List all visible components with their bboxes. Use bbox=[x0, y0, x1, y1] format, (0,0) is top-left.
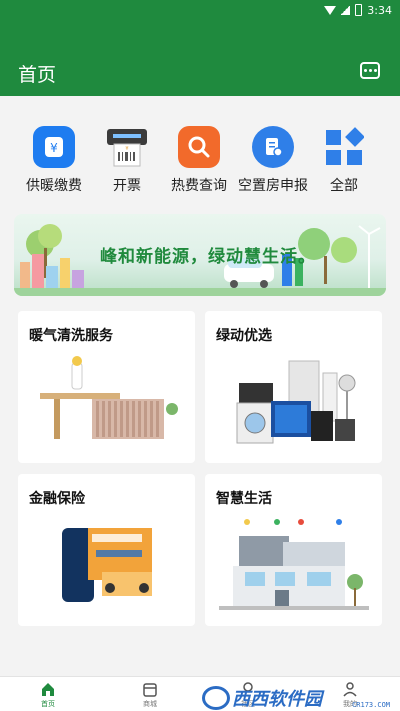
quick-item-all[interactable]: 全部 bbox=[304, 126, 384, 195]
card-title: 暖气清洗服务 bbox=[29, 328, 113, 344]
card-smart-life[interactable]: 智慧生活 bbox=[205, 474, 382, 626]
app-header: 3:34 首页 bbox=[0, 0, 400, 96]
finance-image bbox=[62, 528, 152, 602]
quick-item-invoice[interactable]: ¥ 开票 bbox=[87, 126, 167, 195]
quick-menu: ¥ 供暖缴费 ¥ 开票 热费查询 空置房申报 全部 bbox=[0, 96, 400, 204]
nav-item-store[interactable]: 商城 bbox=[120, 681, 180, 709]
card-radiator-cleaning[interactable]: 暖气清洗服务 bbox=[18, 311, 195, 463]
quick-item-label: 空置房申报 bbox=[238, 178, 308, 194]
svg-text:¥: ¥ bbox=[50, 141, 58, 155]
svg-text:¥: ¥ bbox=[125, 146, 128, 152]
quick-item-label: 全部 bbox=[330, 178, 358, 194]
quick-item-label: 热费查询 bbox=[171, 178, 227, 194]
signal-icon bbox=[341, 5, 351, 15]
home-icon bbox=[42, 683, 54, 696]
smart-home-image bbox=[219, 519, 369, 610]
status-time: 3:34 bbox=[367, 3, 392, 17]
card-title: 绿动优选 bbox=[216, 328, 272, 344]
invoice-printer-icon: ¥ bbox=[106, 126, 148, 168]
nav-label: 首页 bbox=[41, 700, 55, 708]
wifi-icon bbox=[324, 5, 337, 15]
heating-payment-icon: ¥ bbox=[33, 126, 75, 168]
watermark-logo-icon bbox=[202, 685, 230, 710]
nav-item-home[interactable]: 首页 bbox=[18, 681, 78, 709]
card-title: 金融保险 bbox=[29, 491, 85, 507]
card-title: 智慧生活 bbox=[216, 491, 272, 507]
status-bar: 3:34 bbox=[324, 1, 392, 19]
quick-item-label: 开票 bbox=[113, 178, 141, 194]
banner-slogan: 峰和新能源，绿动慧生活。 bbox=[100, 247, 316, 267]
vacant-report-icon bbox=[252, 126, 294, 168]
card-green-select[interactable]: 绿动优选 bbox=[205, 311, 382, 463]
search-icon bbox=[178, 126, 220, 168]
watermark: 西西软件园 CR173.COM bbox=[202, 684, 394, 711]
store-icon bbox=[143, 683, 157, 697]
page-title: 首页 bbox=[18, 64, 57, 86]
quick-item-label: 供暖缴费 bbox=[26, 178, 82, 194]
promo-banner[interactable]: 峰和新能源，绿动慧生活。 bbox=[14, 214, 386, 296]
quick-item-vacant-report[interactable]: 空置房申报 bbox=[233, 126, 313, 195]
card-finance-insurance[interactable]: 金融保险 bbox=[18, 474, 195, 626]
watermark-text: 西西软件园 bbox=[232, 688, 322, 710]
all-grid-icon bbox=[323, 126, 365, 168]
quick-item-heating-payment[interactable]: ¥ 供暖缴费 bbox=[14, 126, 94, 195]
quick-item-heat-fee-query[interactable]: 热费查询 bbox=[159, 126, 239, 195]
watermark-sub: CR173.COM bbox=[352, 701, 390, 709]
message-dots-icon[interactable] bbox=[360, 62, 380, 79]
nav-label: 商城 bbox=[143, 700, 157, 708]
appliances-image bbox=[236, 360, 356, 444]
radiator-image bbox=[40, 356, 178, 439]
battery-icon bbox=[355, 4, 363, 16]
